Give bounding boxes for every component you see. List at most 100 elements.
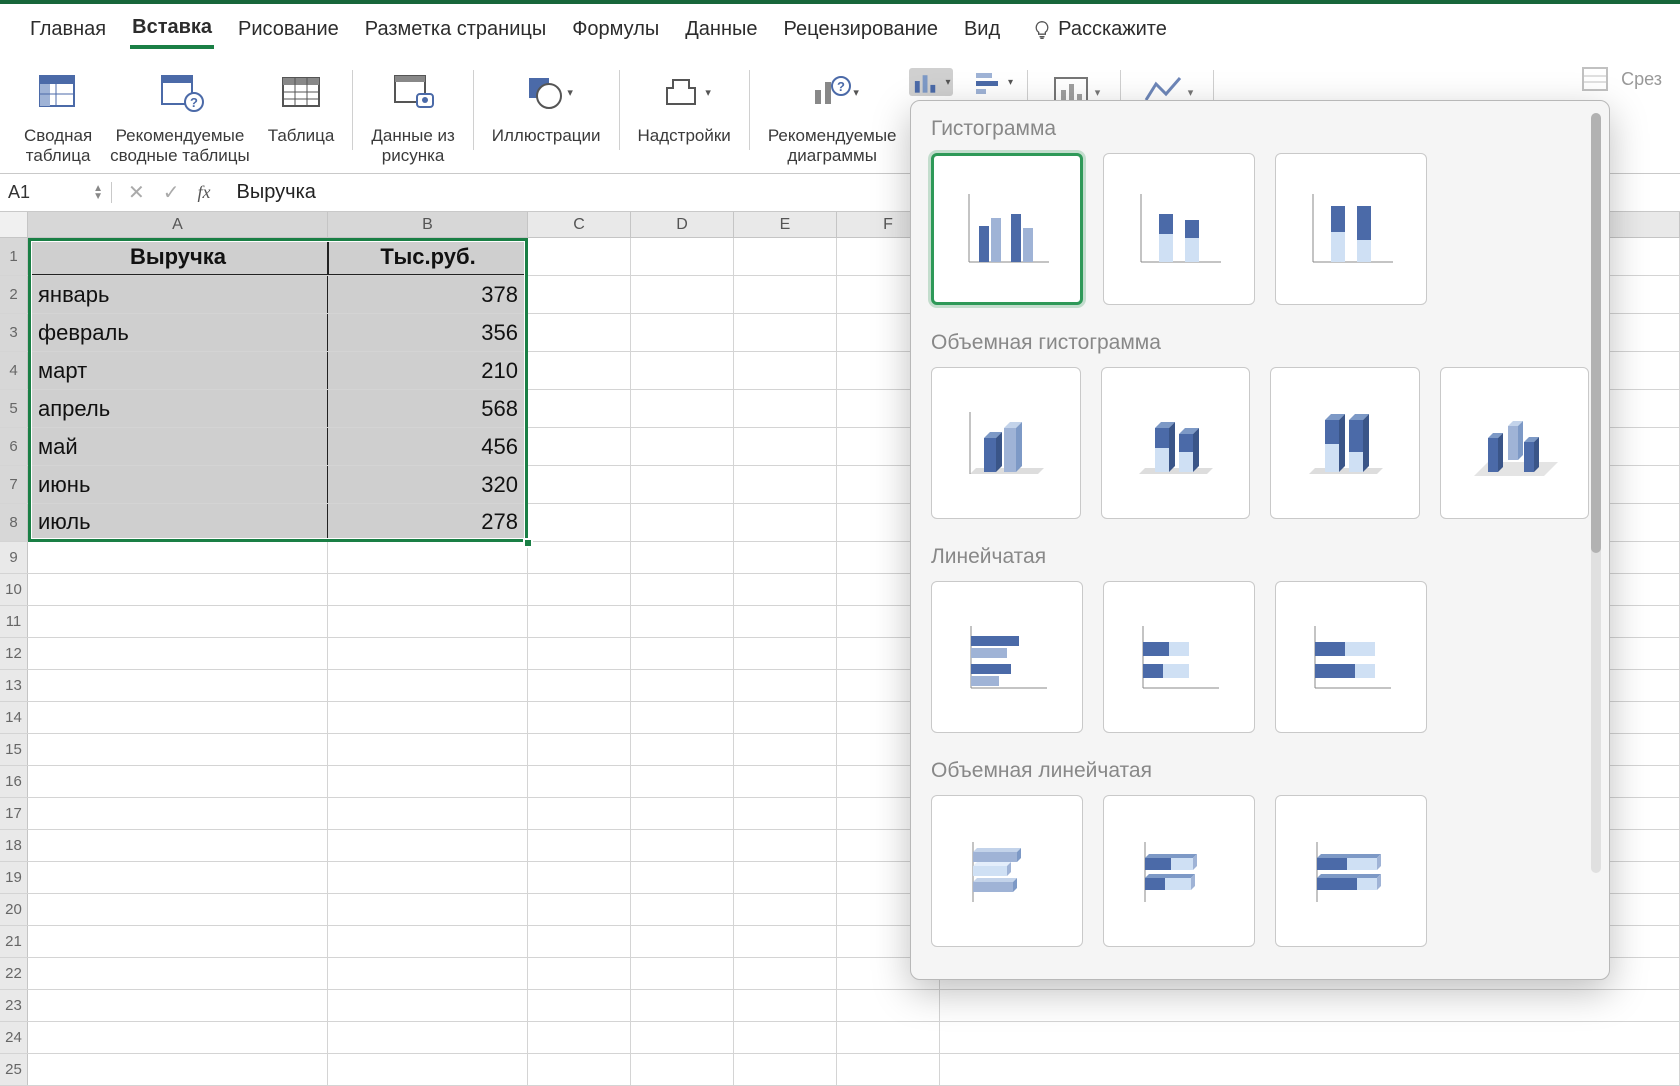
cell[interactable] xyxy=(528,670,631,701)
cell[interactable] xyxy=(28,990,328,1021)
cell[interactable]: июнь xyxy=(28,466,328,503)
cell[interactable] xyxy=(734,734,837,765)
row-header[interactable]: 11 xyxy=(0,606,28,637)
cell[interactable] xyxy=(28,574,328,605)
cell[interactable]: март xyxy=(28,352,328,389)
cell[interactable] xyxy=(631,352,734,389)
chart-3d-100-stacked-bar[interactable] xyxy=(1275,795,1427,947)
row-header[interactable]: 1 xyxy=(0,238,28,275)
cell[interactable] xyxy=(734,830,837,861)
cell[interactable] xyxy=(528,638,631,669)
cell[interactable] xyxy=(28,702,328,733)
tell-me[interactable]: Расскажите xyxy=(1030,16,1169,47)
cell[interactable] xyxy=(528,466,631,503)
chart-100-stacked-column[interactable] xyxy=(1275,153,1427,305)
cell[interactable] xyxy=(734,428,837,465)
row-header[interactable]: 3 xyxy=(0,314,28,351)
cell[interactable] xyxy=(631,798,734,829)
cell[interactable] xyxy=(734,862,837,893)
cell[interactable] xyxy=(528,504,631,541)
cell[interactable]: январь xyxy=(28,276,328,313)
cell[interactable] xyxy=(631,894,734,925)
cell[interactable] xyxy=(328,958,528,989)
col-header-b[interactable]: B xyxy=(328,212,528,237)
cell[interactable]: 456 xyxy=(328,428,528,465)
row-header[interactable]: 7 xyxy=(0,466,28,503)
cell[interactable] xyxy=(734,638,837,669)
row-header[interactable]: 20 xyxy=(0,894,28,925)
cell[interactable] xyxy=(528,542,631,573)
cell[interactable] xyxy=(528,958,631,989)
chart-stacked-bar[interactable] xyxy=(1103,581,1255,733)
data-from-picture-button[interactable]: Данные из рисунка xyxy=(365,64,460,166)
row-header[interactable]: 13 xyxy=(0,670,28,701)
cell[interactable] xyxy=(631,504,734,541)
cell[interactable] xyxy=(734,670,837,701)
cell[interactable] xyxy=(328,830,528,861)
cell[interactable] xyxy=(28,958,328,989)
cell[interactable] xyxy=(734,466,837,503)
cell[interactable] xyxy=(528,830,631,861)
cell[interactable] xyxy=(631,542,734,573)
cell[interactable] xyxy=(734,606,837,637)
chart-3d-clustered-bar[interactable] xyxy=(931,795,1083,947)
cell[interactable] xyxy=(631,314,734,351)
chart-stacked-column[interactable] xyxy=(1103,153,1255,305)
column-chart-icon[interactable]: ▾ xyxy=(909,68,953,96)
name-box-stepper[interactable]: ▲▼ xyxy=(93,185,103,201)
cell[interactable] xyxy=(28,766,328,797)
cell[interactable] xyxy=(528,990,631,1021)
cell[interactable] xyxy=(734,542,837,573)
cell[interactable] xyxy=(734,504,837,541)
gallery-scrollbar-thumb[interactable] xyxy=(1591,113,1601,553)
recommended-charts-button[interactable]: ? ▾ Рекомендуемые диаграммы xyxy=(762,64,903,166)
cell[interactable] xyxy=(28,798,328,829)
cell[interactable] xyxy=(734,926,837,957)
cell[interactable] xyxy=(528,1054,631,1085)
recommended-pivot-button[interactable]: ? Рекомендуемые сводные таблицы xyxy=(104,64,256,166)
cell[interactable] xyxy=(328,894,528,925)
cell[interactable]: февраль xyxy=(28,314,328,351)
cell[interactable] xyxy=(734,702,837,733)
cell[interactable]: 278 xyxy=(328,504,528,541)
cell[interactable] xyxy=(528,352,631,389)
chart-3d-stacked-column[interactable] xyxy=(1101,367,1251,519)
cell[interactable] xyxy=(631,390,734,427)
tab-data[interactable]: Данные xyxy=(683,16,759,47)
cell[interactable] xyxy=(328,862,528,893)
cell[interactable] xyxy=(528,862,631,893)
chart-clustered-column[interactable] xyxy=(931,153,1083,305)
tab-insert[interactable]: Вставка xyxy=(130,14,214,49)
cell[interactable] xyxy=(734,894,837,925)
tab-formulas[interactable]: Формулы xyxy=(570,16,661,47)
cell[interactable] xyxy=(734,238,837,275)
cell[interactable] xyxy=(328,670,528,701)
chart-3d-stacked-bar[interactable] xyxy=(1103,795,1255,947)
cell[interactable] xyxy=(940,1022,1680,1053)
row-header[interactable]: 21 xyxy=(0,926,28,957)
row-header[interactable]: 6 xyxy=(0,428,28,465)
cell[interactable] xyxy=(528,276,631,313)
cell[interactable] xyxy=(631,238,734,275)
row-header[interactable]: 17 xyxy=(0,798,28,829)
cell[interactable] xyxy=(328,638,528,669)
cell[interactable] xyxy=(28,670,328,701)
row-header[interactable]: 5 xyxy=(0,390,28,427)
cell[interactable] xyxy=(940,990,1680,1021)
cell[interactable] xyxy=(734,766,837,797)
cell[interactable]: 320 xyxy=(328,466,528,503)
cell[interactable] xyxy=(28,830,328,861)
row-header[interactable]: 4 xyxy=(0,352,28,389)
cell[interactable] xyxy=(734,990,837,1021)
cell[interactable] xyxy=(734,958,837,989)
cell[interactable] xyxy=(631,734,734,765)
cell[interactable] xyxy=(528,606,631,637)
row-header[interactable]: 22 xyxy=(0,958,28,989)
table-button[interactable]: Таблица xyxy=(262,64,341,146)
cell[interactable]: июль xyxy=(28,504,328,541)
tab-home[interactable]: Главная xyxy=(28,16,108,47)
tab-draw[interactable]: Рисование xyxy=(236,16,341,47)
cell[interactable] xyxy=(528,894,631,925)
name-box[interactable]: A1 ▲▼ xyxy=(0,182,112,203)
selection-handle[interactable] xyxy=(523,538,533,548)
